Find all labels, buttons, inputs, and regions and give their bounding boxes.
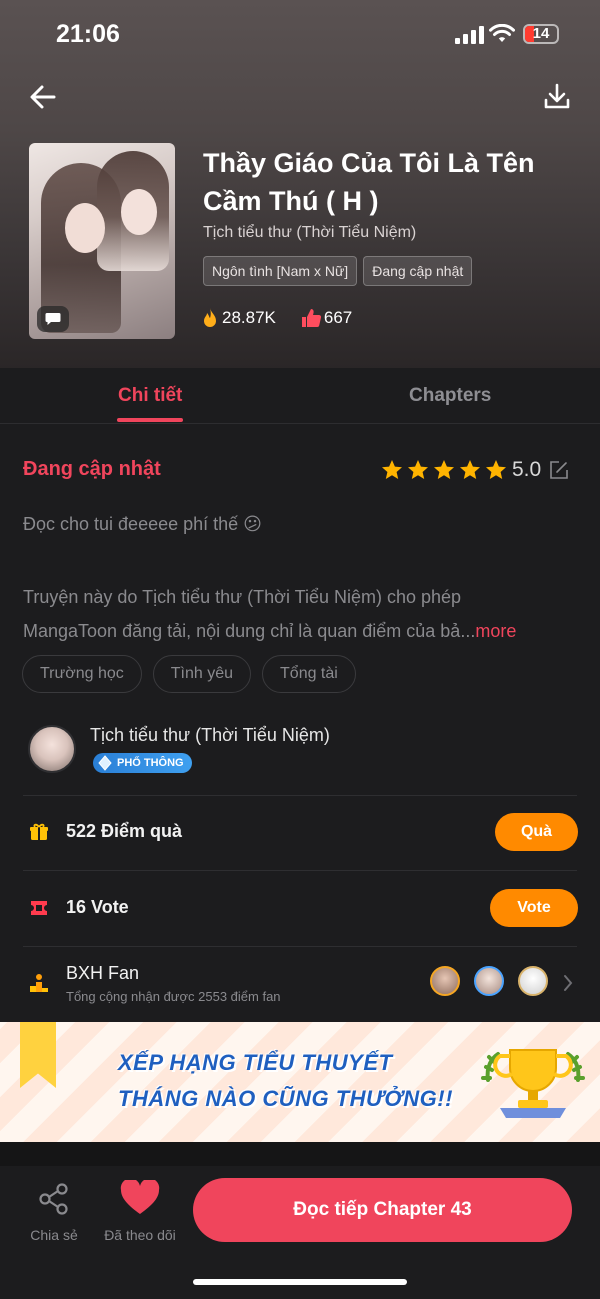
signal-icon xyxy=(455,26,484,44)
author-level-badge: PHỔ THÔNG xyxy=(93,753,192,773)
tab-chapters[interactable]: Chapters xyxy=(409,385,491,407)
fan-avatar-2[interactable] xyxy=(474,966,504,996)
header-tags: Ngôn tình [Nam x Nữ] Đang cập nhật xyxy=(203,256,473,286)
star-icon xyxy=(460,460,480,479)
featured-comment: Đọc cho tui đeeeee phí thế 😕 xyxy=(23,514,262,534)
views-count: 28.87K xyxy=(222,308,276,327)
fan-ranking-title[interactable]: BXH Fan xyxy=(66,963,139,984)
diamond-icon xyxy=(98,755,112,771)
manga-author[interactable]: Tịch tiểu thư (Thời Tiểu Niệm) xyxy=(203,224,416,242)
wifi-icon xyxy=(489,24,515,42)
manga-header: 21:06 14 Thầy Giáo Của Tôi Là Tên Cầm Th… xyxy=(0,0,600,370)
fan-avatar-3[interactable] xyxy=(518,966,548,996)
back-arrow-icon[interactable] xyxy=(26,80,60,114)
gift-button[interactable]: Quà xyxy=(495,813,578,851)
badge-label: PHỔ THÔNG xyxy=(117,757,184,769)
gift-points: 522 Điểm quà xyxy=(66,821,183,841)
divider xyxy=(23,795,577,796)
status-bar: 21:06 14 xyxy=(0,0,600,70)
home-indicator xyxy=(193,1279,407,1285)
promo-banner[interactable]: XẾP HẠNG TIỂU THUYẾT THÁNG NÀO CŨNG THƯỞ… xyxy=(0,1022,600,1142)
thumbs-up-icon xyxy=(301,309,321,328)
stats: 28.87K 667 xyxy=(200,307,352,329)
comment-bubble-icon xyxy=(37,306,69,332)
genre-tag[interactable]: Tình yêu xyxy=(152,655,252,693)
tag-genre[interactable]: Ngôn tình [Nam x Nữ] xyxy=(203,256,358,286)
manga-title: Thầy Giáo Của Tôi Là Tên Cầm Thú ( H ) xyxy=(203,148,535,216)
vote-count: 16 Vote xyxy=(66,897,129,917)
clock: 21:06 xyxy=(56,20,120,48)
top-fans[interactable] xyxy=(430,966,548,996)
tab-bar: Chi tiết Chapters xyxy=(0,368,600,424)
follow-label: Đã theo dõi xyxy=(104,1227,176,1243)
star-icon xyxy=(434,460,454,479)
edit-rating-icon[interactable] xyxy=(549,460,569,480)
update-status: Đang cập nhật xyxy=(23,458,161,480)
author-card[interactable]: Tịch tiểu thư (Thời Tiểu Niệm) PHỔ THÔNG xyxy=(28,723,578,793)
share-icon xyxy=(39,1183,68,1215)
chevron-right-icon[interactable] xyxy=(563,974,573,992)
star-icon xyxy=(408,460,428,479)
continue-reading-button[interactable]: Đọc tiếp Chapter 43 xyxy=(193,1178,572,1242)
vote-button[interactable]: Vote xyxy=(490,889,578,927)
gift-icon xyxy=(30,823,48,840)
ticket-icon xyxy=(31,901,47,915)
likes-stat: 667 xyxy=(300,307,352,329)
fan-points-total: Tổng cộng nhận được 2553 điểm fan xyxy=(66,989,281,1004)
views-stat: 28.87K xyxy=(200,307,276,329)
tag-status: Đang cập nhật xyxy=(363,256,473,286)
divider xyxy=(23,946,577,947)
share-label: Chia sẻ xyxy=(30,1227,78,1243)
tab-active-indicator xyxy=(117,418,183,422)
banner-line-1: XẾP HẠNG TIỂU THUYẾT xyxy=(118,1050,393,1075)
fan-avatar-1[interactable] xyxy=(430,966,460,996)
share-button[interactable]: Chia sẻ xyxy=(28,1182,80,1243)
likes-count: 667 xyxy=(323,308,353,327)
cover-image[interactable] xyxy=(29,143,175,339)
genre-tag[interactable]: Tổng tài xyxy=(262,655,356,693)
podium-icon xyxy=(30,974,48,992)
genre-tag[interactable]: Trường học xyxy=(22,655,142,693)
battery-icon: 14 xyxy=(523,24,559,44)
rating-value: 5.0 xyxy=(512,458,542,481)
trophy-icon xyxy=(481,1049,585,1118)
rating-stars[interactable] xyxy=(380,458,508,482)
follow-button[interactable]: Đã theo dõi xyxy=(100,1178,180,1243)
more-link[interactable]: more xyxy=(475,621,516,641)
section-gap xyxy=(0,1142,600,1166)
star-icon xyxy=(382,460,402,479)
battery-level: 14 xyxy=(532,25,550,42)
description-line-2: MangaToon đăng tải, nội dung chỉ là quan… xyxy=(23,621,476,641)
heart-icon xyxy=(120,1178,160,1214)
author-avatar[interactable] xyxy=(28,725,76,773)
divider xyxy=(23,870,577,871)
bottom-action-bar: Chia sẻ Đã theo dõi Đọc tiếp Chapter 43 xyxy=(0,1166,600,1299)
description: Truyện này do Tịch tiểu thư (Thời Tiểu N… xyxy=(23,580,583,648)
download-icon[interactable] xyxy=(540,80,574,114)
banner-line-2: THÁNG NÀO CŨNG THƯỞNG!! xyxy=(118,1086,453,1111)
star-icon xyxy=(486,460,506,479)
genre-tags: Trường học Tình yêu Tổng tài xyxy=(22,655,356,693)
tab-detail[interactable]: Chi tiết xyxy=(118,385,182,407)
author-name[interactable]: Tịch tiểu thư (Thời Tiểu Niệm) xyxy=(90,725,330,746)
fire-icon xyxy=(204,308,216,327)
description-line-1: Truyện này do Tịch tiểu thư (Thời Tiểu N… xyxy=(23,587,462,607)
